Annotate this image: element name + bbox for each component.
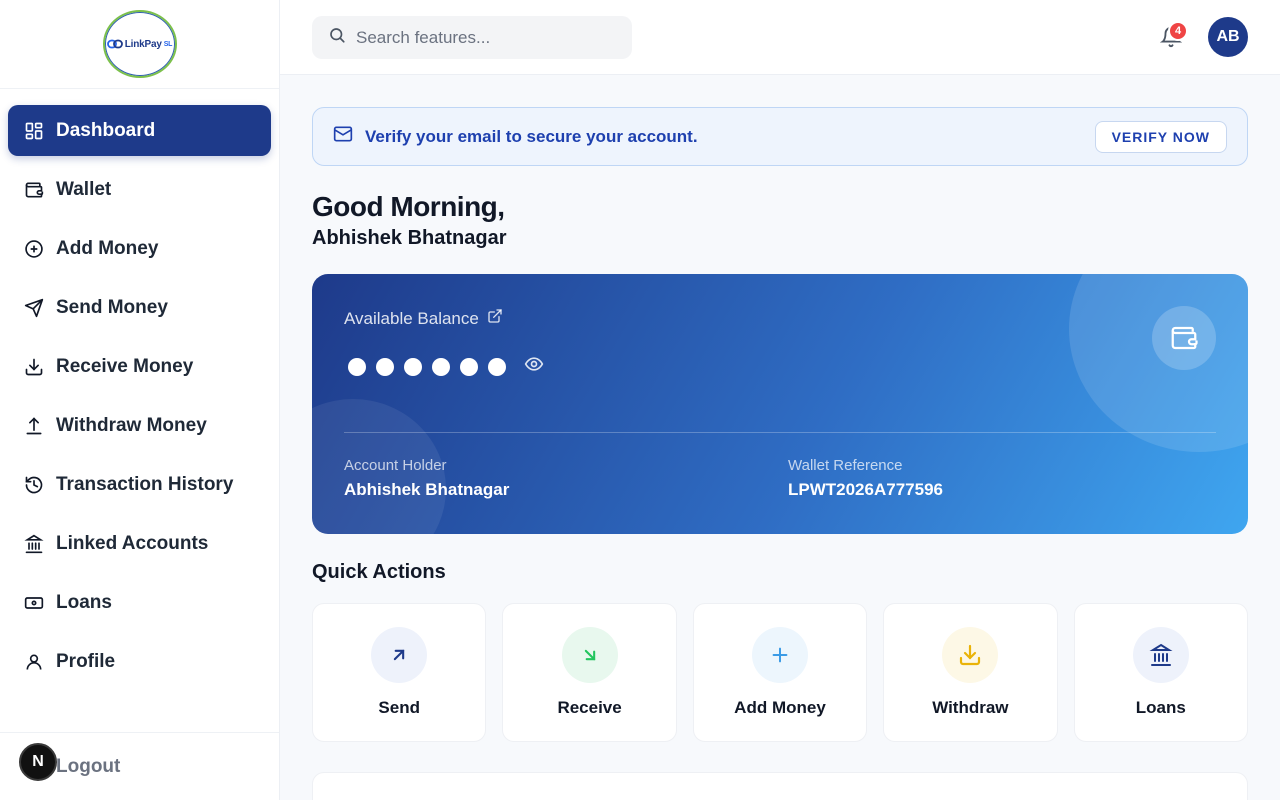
sidebar: LinkPay SL Dashboard Wallet Add Money Sen… <box>0 0 280 800</box>
external-link-icon[interactable] <box>487 308 503 329</box>
sidebar-item-label: Wallet <box>56 178 112 200</box>
greeting: Good Morning, Abhishek Bhatnagar <box>312 191 1248 250</box>
sidebar-item-label: Withdraw Money <box>56 414 207 436</box>
eye-icon[interactable] <box>524 354 544 379</box>
top-header: 4 AB <box>280 0 1280 75</box>
greeting-name: Abhishek Bhatnagar <box>312 227 507 249</box>
sidebar-item-withdraw-money[interactable]: Withdraw Money <box>8 400 271 451</box>
balance-label: Available Balance <box>344 308 503 329</box>
account-holder-value: Abhishek Bhatnagar <box>344 480 510 499</box>
quick-action-receive[interactable]: Receive <box>502 603 677 742</box>
logout-label: Logout <box>56 755 121 777</box>
banknote-icon <box>24 593 44 613</box>
sidebar-item-label: Loans <box>56 591 112 613</box>
card-divider <box>344 432 1216 433</box>
quick-action-send[interactable]: Send <box>312 603 487 742</box>
quick-actions: Send Receive Add Money Withdraw Loans <box>312 603 1248 742</box>
sidebar-item-wallet[interactable]: Wallet <box>8 164 271 215</box>
download-icon <box>24 357 44 377</box>
verify-banner-text: Verify your email to secure your account… <box>365 126 698 146</box>
search-icon <box>328 26 346 49</box>
sidebar-item-receive-money[interactable]: Receive Money <box>8 341 271 392</box>
sidebar-item-send-money[interactable]: Send Money <box>8 282 271 333</box>
bank-icon <box>1132 627 1189 683</box>
search-box[interactable] <box>312 16 632 59</box>
search-input[interactable] <box>356 27 606 48</box>
quick-action-label: Loans <box>1135 698 1186 717</box>
sidebar-nav: Dashboard Wallet Add Money Send Money Re… <box>0 89 279 687</box>
quick-action-label: Send <box>378 698 420 717</box>
logo-area: LinkPay SL <box>0 0 279 89</box>
download-icon <box>942 627 999 683</box>
avatar[interactable]: AB <box>1208 17 1248 57</box>
greeting-title: Good Morning, <box>312 191 505 222</box>
history-icon <box>24 475 44 495</box>
sidebar-item-add-money[interactable]: Add Money <box>8 223 271 274</box>
main-content: Verify your email to secure your account… <box>312 107 1248 742</box>
sidebar-item-linked-accounts[interactable]: Linked Accounts <box>8 518 271 569</box>
dev-tools-badge[interactable]: N <box>19 743 57 781</box>
mask-dot <box>488 358 506 376</box>
masked-balance <box>348 358 506 376</box>
mask-dot <box>404 358 422 376</box>
arrow-down-right-icon <box>561 627 618 683</box>
wallet-reference-label: Wallet Reference <box>788 457 903 474</box>
quick-action-label: Withdraw <box>932 698 1009 717</box>
plus-circle-icon <box>24 239 44 259</box>
quick-action-add-money[interactable]: Add Money <box>692 603 868 742</box>
sidebar-item-label: Dashboard <box>56 119 156 141</box>
wallet-reference-value: LPWT2026A777596 <box>788 480 943 499</box>
brand-logo[interactable]: LinkPay SL <box>102 10 177 78</box>
quick-action-label: Receive <box>557 698 622 717</box>
quick-action-withdraw[interactable]: Withdraw <box>883 603 1058 742</box>
wallet-icon <box>1152 306 1216 370</box>
plus-icon <box>751 627 808 683</box>
quick-actions-title: Quick Actions <box>312 561 446 583</box>
send-icon <box>24 298 44 318</box>
sidebar-item-transaction-history[interactable]: Transaction History <box>8 459 271 510</box>
sidebar-item-label: Transaction History <box>56 473 234 495</box>
quick-action-label: Add Money <box>734 698 826 717</box>
sidebar-item-loans[interactable]: Loans <box>8 577 271 628</box>
logo-suffix: SL <box>163 40 173 48</box>
mask-dot <box>460 358 478 376</box>
link-icon <box>106 39 123 49</box>
sidebar-item-label: Send Money <box>56 296 168 318</box>
verify-email-banner: Verify your email to secure your account… <box>312 107 1248 166</box>
upload-icon <box>24 416 44 436</box>
sidebar-item-profile[interactable]: Profile <box>8 636 271 687</box>
sidebar-item-label: Add Money <box>56 237 159 259</box>
mask-dot <box>432 358 450 376</box>
verify-now-button[interactable]: VERIFY NOW <box>1094 121 1227 153</box>
account-holder-label: Account Holder <box>344 457 447 474</box>
mail-icon <box>333 124 353 149</box>
balance-card: Available Balance Account Holder Abhishe… <box>312 274 1248 534</box>
bank-icon <box>24 534 44 554</box>
sidebar-item-dashboard[interactable]: Dashboard <box>8 105 271 156</box>
wallet-icon <box>24 180 44 200</box>
next-section-card <box>312 772 1248 800</box>
mask-dot <box>348 358 366 376</box>
user-icon <box>24 652 44 672</box>
quick-action-loans[interactable]: Loans <box>1073 603 1248 742</box>
sidebar-item-label: Profile <box>56 650 116 672</box>
logo-text: LinkPay <box>124 38 162 50</box>
mask-dot <box>376 358 394 376</box>
sidebar-item-label: Receive Money <box>56 355 194 377</box>
sidebar-item-label: Linked Accounts <box>56 532 209 554</box>
arrow-up-right-icon <box>371 627 428 683</box>
decor-circle <box>1069 274 1248 452</box>
notification-badge: 4 <box>1168 21 1188 41</box>
grid-icon <box>24 121 44 141</box>
